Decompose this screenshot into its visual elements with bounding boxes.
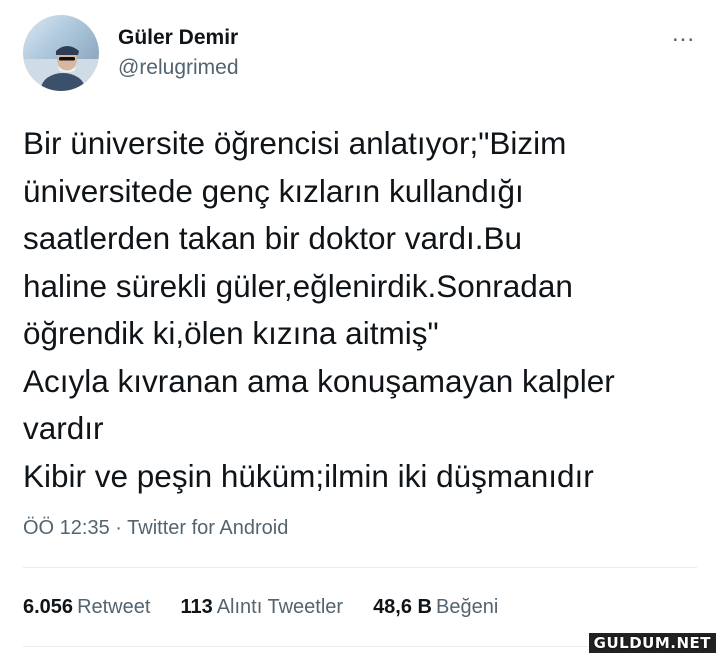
user-handle[interactable]: @relugrimed: [118, 56, 239, 80]
tweet-line: öğrendik ki,ölen kızına aitmiş": [23, 315, 439, 351]
user-name[interactable]: Güler Demir: [118, 26, 238, 50]
tweet-line: üniversitede genç kızların kullandığı: [23, 172, 524, 209]
retweet-count: 6.056: [23, 596, 74, 618]
tweet-time[interactable]: ÖÖ 12:35: [23, 517, 110, 539]
meta-separator: ·: [109, 517, 128, 539]
watermark: GULDUM.NET: [588, 633, 716, 653]
tweet-stats: 6.056 Retweet 113 Alıntı Tweetler 48,6 B Be…: [23, 596, 498, 619]
tweet-line: saatlerden takan bir doktor vardı.Bu: [23, 220, 523, 256]
avatar[interactable]: [23, 15, 99, 91]
quote-count: 113: [180, 596, 213, 618]
tweet-text: Bir üniversite öğrencisi anlatıyor;"Bizi…: [23, 120, 713, 500]
tweet-line: vardır: [23, 410, 104, 446]
like-count: 48,6 B: [373, 596, 432, 618]
like-stat[interactable]: 48,6 B Beğeni: [373, 596, 498, 619]
retweet-label: Retweet: [77, 596, 151, 618]
tweet-meta: ÖÖ 12:35 · Twitter for Android: [23, 517, 288, 540]
like-label: Beğeni: [436, 596, 499, 618]
quote-stat[interactable]: 113 Alıntı Tweetler: [180, 596, 343, 619]
tweet-source[interactable]: Twitter for Android: [127, 517, 288, 539]
tweet-line: Bir üniversite öğrencisi anlatıyor;"Bizi…: [23, 125, 567, 161]
tweet-line: Kibir ve peşin hüküm;ilmin iki düşmanıdı…: [23, 457, 594, 494]
quote-label: Alıntı Tweetler: [216, 596, 344, 618]
divider: [23, 567, 697, 568]
more-options-icon[interactable]: ...: [672, 20, 695, 48]
avatar-photo: [23, 46, 99, 91]
tweet-line: Acıyla kıvranan ama konuşamayan kalpler: [23, 362, 615, 399]
tweet-line: haline sürekli güler,eğlenirdik.Sonradan: [23, 267, 573, 304]
retweet-stat[interactable]: 6.056 Retweet: [23, 596, 150, 619]
